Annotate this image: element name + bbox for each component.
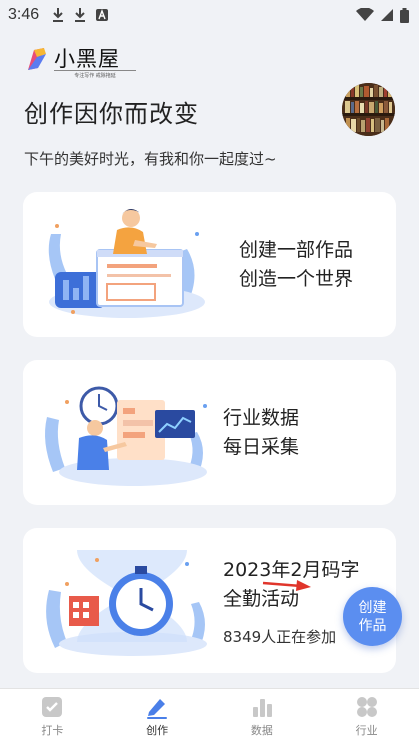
participant-count: 8349人正在参加 — [223, 628, 337, 646]
bookshelf-avatar-image — [342, 83, 395, 136]
pen-icon — [147, 699, 168, 719]
download-icon — [75, 8, 86, 22]
tab-industry[interactable]: 行业 — [314, 689, 419, 746]
bottom-tab-bar: 打卡 创作 数据 行业 — [0, 688, 419, 746]
check-square-icon — [42, 697, 63, 717]
status-time: 3:46 — [8, 6, 40, 23]
red-arrow-annotation — [262, 580, 311, 591]
card-title-line2: 创造一个世界 — [239, 268, 354, 290]
tab-create[interactable]: 创作 — [105, 689, 210, 746]
greeting-text: 下午的美好时光，有我和你一起度过~ — [24, 150, 277, 168]
bar-chart-icon — [252, 699, 272, 717]
tab-data[interactable]: 数据 — [210, 689, 315, 746]
clock-hourglass-illustration — [46, 550, 207, 656]
tab-label: 行业 — [355, 724, 378, 737]
create-work-fab[interactable]: 创建作品 — [343, 587, 402, 646]
industry-data-card[interactable]: 行业数据 每日采集 — [23, 360, 396, 505]
tab-label: 打卡 — [41, 724, 64, 737]
avatar[interactable] — [342, 83, 395, 136]
monthly-writing-event-card[interactable]: 2023年2月码字 全勤活动 8349人正在参加 — [23, 528, 396, 673]
pencil-logo-icon — [28, 48, 46, 70]
app-notification-icon — [96, 9, 109, 21]
page-title: 创作因你而改变 — [24, 100, 199, 128]
battery-icon — [400, 7, 409, 23]
writing-person-illustration — [48, 209, 205, 318]
status-bar: 3:46 — [0, 0, 419, 30]
app-logo: 小黑屋 专注写作 戒除拖延 — [24, 44, 136, 79]
tab-label: 创作 — [146, 724, 169, 737]
data-analyst-illustration — [45, 386, 207, 486]
download-icon — [53, 8, 64, 22]
fab-label: 创建作品 — [358, 599, 387, 634]
wifi-icon — [356, 8, 374, 21]
logo-text: 小黑屋 — [54, 47, 120, 71]
card-title-line1: 创建一部作品 — [239, 239, 354, 261]
tab-checkin[interactable]: 打卡 — [0, 689, 105, 746]
logo-tagline: 专注写作 戒除拖延 — [54, 70, 136, 79]
card-title-line2: 每日采集 — [223, 436, 300, 458]
tab-label: 数据 — [250, 724, 273, 737]
signal-icon — [381, 9, 393, 21]
card-title-line1: 行业数据 — [223, 407, 300, 429]
create-work-card[interactable]: 创建一部作品 创造一个世界 — [23, 192, 396, 337]
grid-icon — [356, 697, 377, 717]
